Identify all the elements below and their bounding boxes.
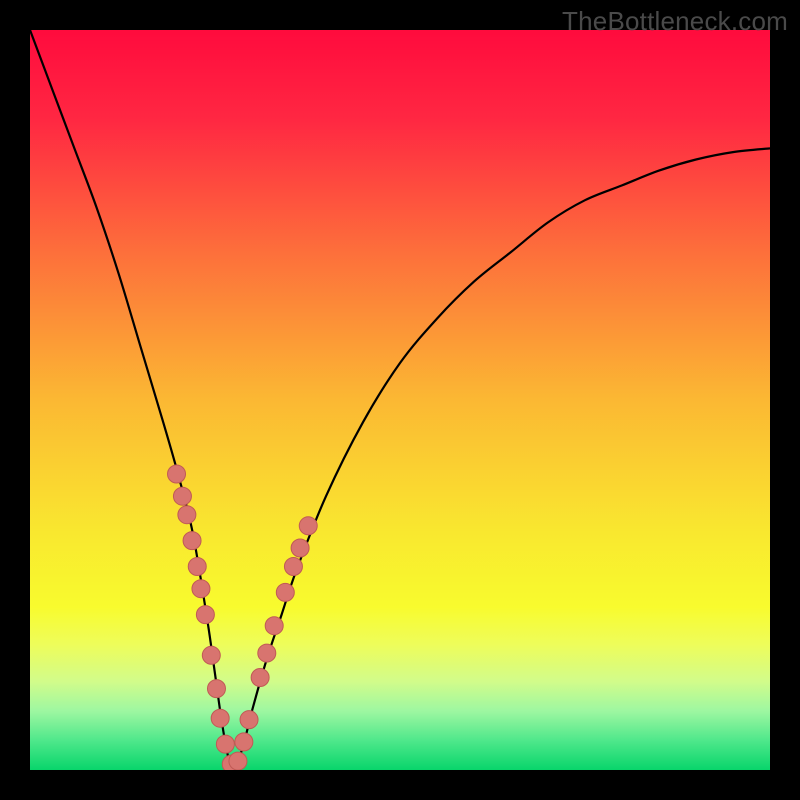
marker-dot <box>265 617 283 635</box>
marker-dot <box>211 709 229 727</box>
marker-dot <box>196 606 214 624</box>
plot-area <box>30 30 770 770</box>
marker-dot <box>291 539 309 557</box>
marker-dot <box>229 752 247 770</box>
marker-dot <box>216 735 234 753</box>
marker-dot <box>192 580 210 598</box>
chart-stage: TheBottleneck.com <box>0 0 800 800</box>
marker-dot <box>178 506 196 524</box>
marker-dot <box>284 558 302 576</box>
marker-dot <box>251 669 269 687</box>
curve-overlay <box>30 30 770 770</box>
marker-dot <box>299 517 317 535</box>
bottleneck-curve <box>30 30 770 766</box>
marker-dot <box>258 644 276 662</box>
marker-dot <box>183 532 201 550</box>
marker-dot <box>276 583 294 601</box>
marker-dot <box>202 646 220 664</box>
marker-dot <box>168 465 186 483</box>
marker-dot <box>235 733 253 751</box>
marker-dot <box>188 558 206 576</box>
highlight-markers <box>168 465 318 770</box>
marker-dot <box>173 487 191 505</box>
watermark-text: TheBottleneck.com <box>562 6 788 37</box>
marker-dot <box>207 680 225 698</box>
marker-dot <box>240 711 258 729</box>
